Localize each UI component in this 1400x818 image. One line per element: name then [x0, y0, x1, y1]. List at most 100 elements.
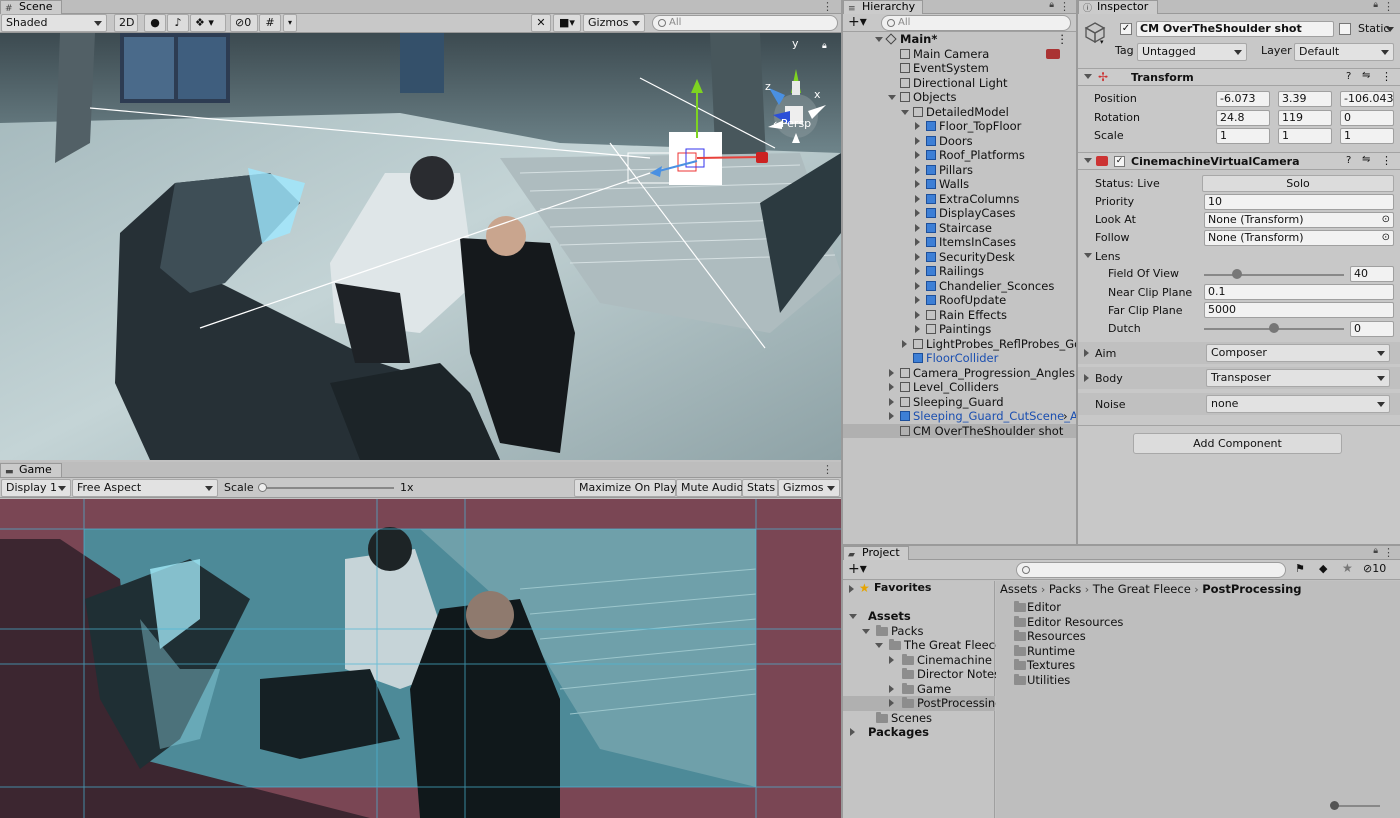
hierarchy-item[interactable]: Walls — [843, 177, 1076, 192]
hierarchy-item[interactable]: DetailedModel — [843, 105, 1076, 120]
display-dropdown[interactable]: Display 1 — [1, 479, 71, 497]
project-tree-item[interactable]: PostProcessing — [843, 696, 1002, 711]
hierarchy-item[interactable]: CM OverTheShoulder shot — [843, 423, 1076, 438]
collapse-arrow-icon[interactable] — [915, 165, 920, 174]
vcam-foldout-arrow[interactable] — [1084, 158, 1092, 163]
tab-game[interactable]: ▬ Game — [0, 463, 62, 477]
tab-inspector[interactable]: ⓘ Inspector — [1078, 0, 1158, 14]
collapse-arrow-icon[interactable] — [889, 397, 894, 406]
hierarchy-item[interactable]: Pillars — [843, 163, 1076, 178]
transform-scl-x-field[interactable]: 1 — [1216, 128, 1270, 144]
project-create-icon[interactable]: +▾ — [848, 561, 867, 577]
expand-arrow-icon[interactable] — [875, 37, 883, 42]
look-at-field[interactable]: None (Transform) ⊙ — [1204, 212, 1394, 228]
vcam-header[interactable]: ✓ CinemachineVirtualCamera ? ⇋ ⋮ — [1078, 152, 1400, 170]
fov-field[interactable]: 40 — [1350, 266, 1394, 282]
scene-viewport[interactable]: y z x 🔒︎ ‹ Persp — [0, 33, 841, 460]
active-checkbox[interactable]: ✓ — [1120, 23, 1132, 35]
hierarchy-item[interactable]: ExtraColumns — [843, 192, 1076, 207]
project-search-input[interactable] — [1016, 562, 1286, 578]
project-tree-item[interactable]: Assets — [843, 609, 995, 624]
grid-options-dropdown[interactable]: ▾ — [283, 14, 297, 32]
far-clip-field[interactable]: 5000 — [1204, 302, 1394, 318]
folder-item[interactable]: Textures — [996, 658, 1296, 673]
hierarchy-item[interactable]: Directional Light — [843, 76, 1076, 91]
collapse-arrow-icon[interactable] — [915, 310, 920, 319]
project-tree-item[interactable]: Packages — [843, 725, 995, 740]
collapse-arrow-icon[interactable] — [915, 238, 920, 246]
vcam-menu-icon[interactable]: ⋮ — [1381, 154, 1392, 167]
hierarchy-item[interactable]: Doors — [843, 134, 1076, 149]
expand-arrow-icon[interactable] — [862, 628, 870, 634]
mute-audio-button[interactable]: Mute Audio — [676, 479, 743, 497]
inspector-lock-icon[interactable]: 🔒︎ — [1373, 0, 1378, 10]
hierarchy-item[interactable]: RoofUpdate — [843, 293, 1076, 308]
icon-size-slider-handle[interactable] — [1330, 801, 1339, 810]
transform-pos-x-field[interactable]: -6.073 — [1216, 91, 1270, 107]
hierarchy-item[interactable]: SecurityDesk — [843, 250, 1076, 265]
icon-dropdown-arrow[interactable]: ▾ — [1100, 38, 1104, 46]
hierarchy-item[interactable]: Sleeping_Guard — [843, 395, 1076, 410]
project-tree-item[interactable]: Scenes — [843, 711, 995, 726]
scene-menu-icon[interactable]: ⋮ — [1057, 32, 1069, 46]
static-dropdown[interactable]: Static — [1354, 21, 1398, 39]
breadcrumb-item[interactable]: PostProcessing — [1202, 582, 1301, 596]
scene-tab-menu-icon[interactable]: ⋮ — [822, 0, 833, 13]
lighting-toggle-icon[interactable]: ● — [144, 14, 166, 32]
favorite-star-icon[interactable]: ★ — [1342, 561, 1353, 575]
hierarchy-item[interactable]: FloorCollider — [843, 351, 1076, 366]
collapse-arrow-icon[interactable] — [902, 339, 907, 348]
collapse-arrow-icon[interactable] — [889, 383, 894, 391]
hierarchy-item[interactable]: LightProbes_ReflProbes_Godl — [843, 337, 1092, 352]
project-tree-item[interactable]: The Great Fleece — [843, 638, 1002, 653]
scale-slider-handle[interactable] — [258, 483, 267, 492]
folder-item[interactable]: Resources — [996, 629, 1296, 644]
project-tree-item[interactable]: Director Notes — [843, 667, 1000, 682]
near-clip-field[interactable]: 0.1 — [1204, 284, 1394, 300]
add-component-button[interactable]: Add Component — [1133, 433, 1342, 454]
transform-pos-z-field[interactable]: -106.043 — [1340, 91, 1394, 107]
hierarchy-item[interactable]: Floor_TopFloor — [843, 119, 1076, 134]
transform-rot-z-field[interactable]: 0 — [1340, 109, 1394, 126]
favorites-foldout-arrow[interactable] — [849, 585, 854, 593]
collapse-arrow-icon[interactable] — [915, 296, 920, 304]
fov-slider-track[interactable] — [1204, 274, 1344, 276]
project-hidden-button[interactable]: ⊘10 — [1363, 562, 1386, 575]
folder-item[interactable]: Editor Resources — [996, 615, 1296, 630]
hierarchy-item[interactable]: Main Camera — [843, 47, 1076, 62]
noise-dropdown[interactable]: none — [1206, 395, 1390, 413]
gizmos-dropdown[interactable]: Gizmos — [583, 14, 645, 32]
game-tab-menu-icon[interactable]: ⋮ — [822, 463, 833, 476]
tab-project[interactable]: ▰ Project — [843, 546, 909, 560]
create-plus-icon[interactable]: +▾ — [848, 14, 867, 30]
collapse-arrow-icon[interactable] — [889, 368, 894, 377]
shading-mode-dropdown[interactable]: Shaded — [1, 14, 107, 32]
dutch-field[interactable]: 0 — [1350, 321, 1394, 337]
hierarchy-item[interactable]: Objects — [843, 90, 1076, 105]
tab-hierarchy[interactable]: ≡ Hierarchy — [843, 0, 923, 14]
search-by-type-icon[interactable]: ⚑ — [1295, 562, 1305, 575]
hierarchy-item[interactable]: Sleeping_Guard_CutScene_A › — [843, 409, 1078, 424]
expand-arrow-icon[interactable] — [849, 614, 857, 619]
hidden-objects-button[interactable]: ⊘0 — [230, 14, 258, 32]
hierarchy-item[interactable]: DisplayCases — [843, 206, 1076, 221]
lens-foldout-arrow[interactable] — [1084, 253, 1092, 258]
lock-icon[interactable]: 🔒︎ — [822, 41, 827, 51]
breadcrumb-item[interactable]: Packs — [1049, 582, 1081, 596]
effects-toggle-icon[interactable]: ❖ ▾ — [190, 14, 226, 32]
tools-icon[interactable]: ✕ — [531, 14, 551, 32]
aspect-dropdown[interactable]: Free Aspect — [72, 479, 218, 497]
collapse-arrow-icon[interactable] — [889, 655, 894, 664]
priority-field[interactable]: 10 — [1204, 194, 1394, 210]
transform-foldout-arrow[interactable] — [1084, 74, 1092, 79]
2d-toggle-button[interactable]: 2D — [114, 14, 138, 32]
help-icon[interactable]: ? — [1346, 71, 1351, 82]
collapse-arrow-icon[interactable] — [889, 412, 894, 420]
transform-scl-y-field[interactable]: 1 — [1278, 128, 1332, 144]
expand-arrow-icon[interactable] — [888, 95, 896, 100]
scene-search-input[interactable]: All — [652, 15, 838, 31]
aim-dropdown[interactable]: Composer — [1206, 344, 1390, 362]
collapse-arrow-icon[interactable] — [915, 252, 920, 261]
collapse-arrow-icon[interactable] — [915, 223, 920, 232]
vcam-enabled-checkbox[interactable]: ✓ — [1114, 156, 1125, 167]
